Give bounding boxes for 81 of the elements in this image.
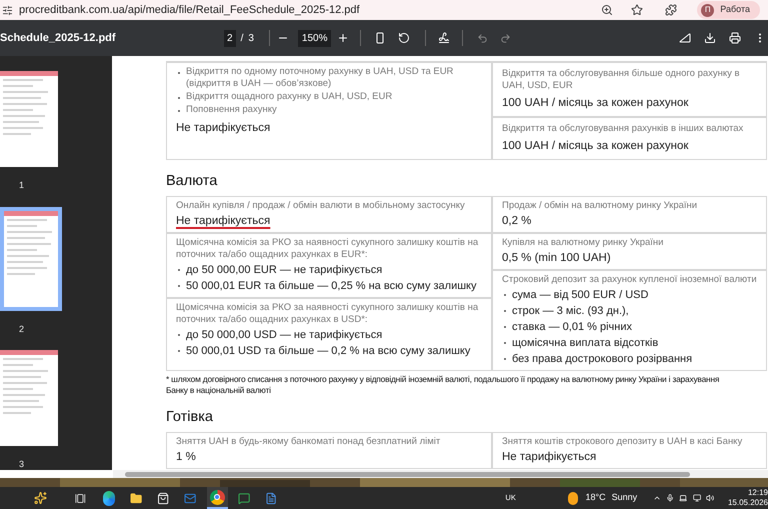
temperature[interactable]: 18°C [585, 491, 606, 505]
cell-label: Продаж / обмін на валютному ринку України [502, 200, 698, 212]
cell-label: Зняття UAH в будь-якому банкоматі понад безплатний ліміт [176, 436, 442, 448]
list-item: 50 000,01 EUR та більше — 0,25 % на всю суму залишку [186, 279, 476, 294]
zoom-in-icon[interactable] [337, 32, 350, 44]
sun-icon [568, 492, 578, 504]
extensions-icon[interactable] [665, 4, 678, 16]
cell-label: Онлайн купівля / продаж / обмін валюти в мобільному застосунку [176, 200, 466, 212]
download-icon[interactable] [704, 32, 716, 44]
section-heading: Готівка [166, 408, 214, 426]
list-item: строк — 3 міс. (93 дн.), [512, 304, 629, 319]
cell-label: Строковий депозит за рахунок купленої іноземної валюти [502, 274, 757, 286]
list-item: Відкриття ощадного рахунку в UAH, USD, EUR [186, 91, 392, 103]
network-icon[interactable] [692, 493, 701, 503]
chat-icon[interactable] [238, 490, 250, 506]
page-thumbnail[interactable] [0, 350, 58, 446]
cell-value: Не тарифікується [176, 121, 272, 136]
page-number: 1 [19, 179, 24, 192]
url-text[interactable]: procreditbank.com.ua/api/media/file/Retail_FeeSchedule_2025-12.pdf [19, 2, 596, 18]
cell-value: Не тарифікується [502, 450, 596, 465]
list-item: без права дострокового розірвання [512, 352, 692, 367]
cell-value: 100 UAH / місяць за кожен рахунок [502, 96, 688, 111]
horizontal-scrollbar[interactable] [113, 470, 768, 478]
list-item: до 50 000,00 EUR — не тарифікується [186, 263, 382, 278]
list-item: 50 000,01 USD та більше — 0,2 % на всю суму залишку [186, 344, 470, 359]
sparkle-icon[interactable] [34, 490, 48, 506]
list-item: Відкриття по одному поточному рахунку в UAH, USD та EUR (відкриття в UAH — обов’язкове) [186, 66, 454, 90]
cell-value: 0,5 % (min 100 UAH) [502, 251, 611, 266]
footnote: Банку в національній валюті [166, 385, 272, 396]
list-item: щомісячна виплата відсотків [512, 336, 658, 351]
cell-label: Щомісячна комісія за РКО за наявності сукупного залишку коштів на поточних та/або ощадних рахунках в EUR*: [176, 237, 480, 261]
section-heading: Валюта [166, 172, 218, 190]
page-input[interactable]: 2 [224, 30, 236, 46]
chrome-taskbar-button[interactable] [206, 487, 228, 509]
draw-icon[interactable] [438, 32, 450, 44]
browser-icon[interactable] [102, 490, 115, 506]
cell-value: 0,2 % [502, 214, 532, 229]
chrome-icon [210, 490, 225, 504]
page-thumbnail[interactable] [0, 71, 58, 167]
profile-avatar: П [701, 4, 714, 16]
cell-label: Купівля на валютному ринку України [502, 237, 664, 249]
profile-button[interactable]: П Работа [697, 1, 760, 19]
cell-label: Відкриття та обслуговування рахунків в інших валютах [502, 123, 744, 135]
cell-value: 100 UAH / місяць за кожен рахунок [502, 139, 688, 154]
page-number: 3 [19, 458, 24, 470]
footnote: * шляхом договірного списання з поточного рахунку у відповідній іноземній валюті, подальшого її продажу на валютному ринку України і зарахування [166, 374, 720, 385]
site-settings-icon[interactable] [2, 4, 13, 16]
clock-date[interactable]: 15.05.2026 [728, 498, 768, 508]
cell-label: Відкриття та обслуговування більше одного рахунку в UAH, USD, EUR [502, 68, 741, 92]
undo-icon[interactable] [477, 32, 488, 44]
laptop-icon[interactable] [679, 493, 688, 503]
list-item: до 50 000,00 USD — не тарифікується [186, 328, 382, 343]
task-view-icon[interactable] [75, 492, 86, 504]
page-number: 2 [19, 322, 24, 336]
document-app-icon[interactable] [265, 490, 278, 506]
cell-label: Щомісячна комісія за РКО за наявності сукупного залишку коштів на поточних та/або ощадних рахунках в USD*: [176, 302, 480, 326]
list-item: ставка — 0,01 % річних [512, 320, 632, 335]
list-item: Поповнення рахунку [186, 104, 277, 116]
page-total: 3 [248, 32, 254, 46]
store-icon[interactable] [157, 490, 170, 506]
bookmark-star-icon[interactable] [631, 4, 644, 16]
fit-page-icon[interactable] [374, 32, 386, 44]
profile-label: Работа [720, 3, 750, 16]
redo-icon[interactable] [500, 32, 512, 44]
document-title: Schedule_2025-12.pdf [0, 30, 116, 46]
cell-value: Не тарифікується [176, 214, 270, 229]
zoom-field[interactable]: 150% [298, 30, 332, 46]
weather-text[interactable]: Sunny [612, 491, 638, 505]
list-item: сума — від 500 EUR / USD [512, 288, 648, 303]
microphone-icon[interactable] [666, 493, 674, 503]
scrollbar-thumb[interactable] [125, 472, 690, 476]
cell-value: 1 % [176, 450, 196, 465]
page-thumbnail[interactable] [0, 206, 62, 310]
print-icon[interactable] [729, 32, 741, 44]
volume-icon[interactable] [706, 493, 714, 503]
clock-time[interactable]: 12:19 [748, 488, 768, 498]
cell-label: Зняття коштів строкового депозиту в UAH в касі Банку [502, 436, 744, 448]
page-separator: / [240, 32, 244, 46]
zoom-icon[interactable] [601, 4, 614, 16]
rotate-icon[interactable] [398, 32, 410, 44]
folder-icon[interactable] [130, 490, 142, 506]
